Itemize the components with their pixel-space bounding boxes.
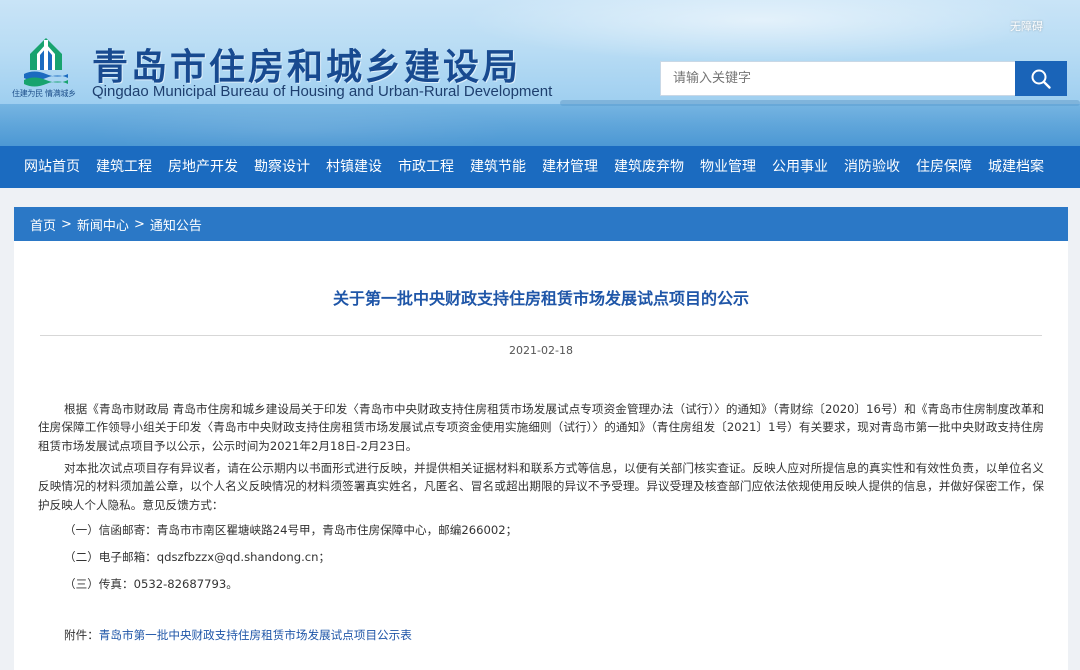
accessibility-link[interactable]: 无障碍 xyxy=(1010,18,1043,34)
bureau-logo-icon[interactable] xyxy=(22,36,70,88)
article-date: 2021-02-18 xyxy=(509,344,573,357)
article-paragraph-1: 根据《青岛市财政局 青岛市住房和城乡建设局关于印发〈青岛市中央财政支持住房租赁市… xyxy=(38,402,1044,453)
main-nav: 网站首页 建筑工程 房地产开发 勘察设计 村镇建设 市政工程 建筑节能 建材管理… xyxy=(0,146,1080,188)
nav-item-archives[interactable]: 城建档案 xyxy=(980,146,1052,188)
nav-item-materials[interactable]: 建材管理 xyxy=(534,146,606,188)
search-button[interactable] xyxy=(1015,61,1067,96)
nav-item-village-town[interactable]: 村镇建设 xyxy=(318,146,390,188)
article-paragraph-2: 对本批次试点项目存有异议者，请在公示期内以书面形式进行反映，并提供相关证据材料和… xyxy=(38,461,1044,512)
nav-item-survey-design[interactable]: 勘察设计 xyxy=(246,146,318,188)
breadcrumb-home[interactable]: 首页 xyxy=(30,215,56,234)
nav-item-utilities[interactable]: 公用事业 xyxy=(764,146,836,188)
breadcrumb-notices[interactable]: 通知公告 xyxy=(150,215,202,234)
title-divider xyxy=(40,335,1042,336)
breadcrumb-news-center[interactable]: 新闻中心 xyxy=(77,215,129,234)
article-title: 关于第一批中央财政支持住房租赁市场发展试点项目的公示 xyxy=(332,289,749,308)
article-panel: 关于第一批中央财政支持住房租赁市场发展试点项目的公示 2021-02-18 根据… xyxy=(14,241,1068,670)
search-input[interactable] xyxy=(660,61,1016,96)
header-sea-background xyxy=(0,104,1080,146)
attachment-row: 附件：青岛市第一批中央财政支持住房租赁市场发展试点项目公示表 xyxy=(64,627,412,643)
logo-slogan: 住建为民 情满城乡 xyxy=(12,89,76,98)
breadcrumb-separator: > xyxy=(133,216,145,232)
site-header: 住建为民 情满城乡 青岛市住房和城乡建设局 Qingdao Municipal … xyxy=(0,0,1080,146)
contact-item-fax: （三）传真：0532-82687793。 xyxy=(64,577,238,591)
nav-item-housing-security[interactable]: 住房保障 xyxy=(908,146,980,188)
nav-item-real-estate[interactable]: 房地产开发 xyxy=(160,146,246,188)
nav-item-energy-saving[interactable]: 建筑节能 xyxy=(462,146,534,188)
nav-item-home[interactable]: 网站首页 xyxy=(16,146,88,188)
contact-item-mail: （一）信函邮寄：青岛市市南区瞿塘峡路24号甲，青岛市住房保障中心，邮编26600… xyxy=(64,523,518,537)
contact-item-email: （二）电子邮箱：qdszfbzzx@qd.shandong.cn； xyxy=(64,550,331,564)
breadcrumb-separator: > xyxy=(61,216,72,232)
nav-item-municipal[interactable]: 市政工程 xyxy=(390,146,462,188)
search-icon xyxy=(1031,69,1051,89)
site-subtitle: Qingdao Municipal Bureau of Housing and … xyxy=(92,83,553,100)
breadcrumb: 首页 > 新闻中心 > 通知公告 xyxy=(14,207,1068,241)
nav-item-construction[interactable]: 建筑工程 xyxy=(88,146,160,188)
nav-item-fire-acceptance[interactable]: 消防验收 xyxy=(836,146,908,188)
nav-item-waste[interactable]: 建筑废弃物 xyxy=(606,146,692,188)
nav-item-property[interactable]: 物业管理 xyxy=(692,146,764,188)
attachment-label: 附件： xyxy=(64,628,99,642)
attachment-link[interactable]: 青岛市第一批中央财政支持住房租赁市场发展试点项目公示表 xyxy=(99,628,412,642)
